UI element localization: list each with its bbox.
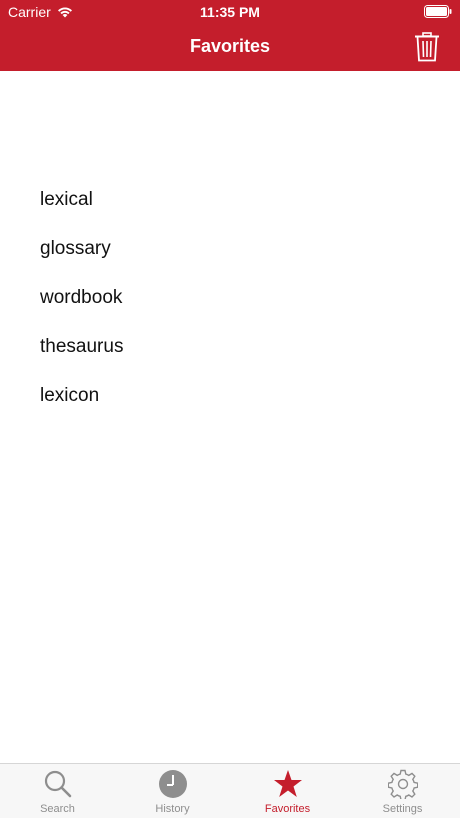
favorites-list: lexical glossary wordbook thesaurus lexi… — [0, 175, 460, 420]
page-title: Favorites — [189, 36, 271, 56]
tab-settings[interactable]: Settings — [345, 764, 460, 818]
status-bar: Carrier 11:35 PM — [0, 0, 460, 24]
status-time: 11:35 PM — [200, 4, 260, 20]
list-item[interactable]: thesaurus — [0, 322, 460, 371]
list-item[interactable]: wordbook — [0, 273, 460, 322]
clock-icon — [158, 770, 187, 798]
tab-label: History — [155, 803, 190, 815]
header: Carrier 11:35 PM Favorites — [0, 0, 460, 71]
nav-bar: Favorites — [0, 24, 460, 71]
list-item[interactable]: lexical — [0, 175, 460, 224]
delete-all-button[interactable] — [414, 32, 440, 62]
list-item[interactable]: lexicon — [0, 371, 460, 420]
app-screen: Carrier 11:35 PM Favorites lexical gloss… — [0, 0, 460, 818]
gear-icon — [387, 769, 418, 799]
tab-history[interactable]: History — [115, 764, 230, 818]
tab-label: Search — [40, 803, 75, 815]
tab-bar: Search History Favorites Settings — [0, 763, 460, 818]
battery-icon — [424, 5, 452, 18]
tab-label: Favorites — [264, 803, 311, 815]
trash-icon — [415, 32, 439, 62]
tab-search[interactable]: Search — [0, 764, 115, 818]
magnifier-icon — [44, 770, 71, 798]
tab-label: Settings — [382, 803, 423, 815]
star-icon — [273, 770, 302, 797]
tab-favorites[interactable]: Favorites — [230, 764, 345, 818]
list-item[interactable]: glossary — [0, 224, 460, 273]
